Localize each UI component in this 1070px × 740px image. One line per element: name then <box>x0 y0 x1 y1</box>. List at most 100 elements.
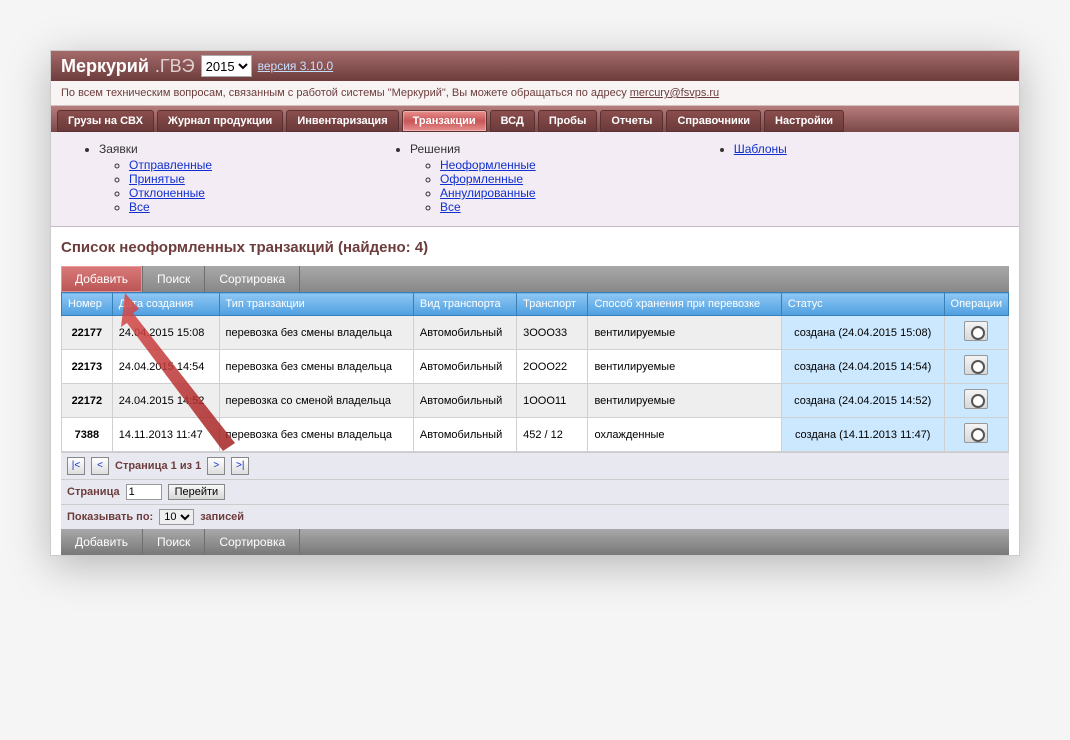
app-subname: .ГВЭ <box>155 56 195 77</box>
cell-transport: 2ООО22 <box>517 350 588 384</box>
col-storage: Способ хранения при перевозке <box>588 293 781 316</box>
table-row: 2217724.04.2015 15:08перевозка без смены… <box>62 316 1009 350</box>
submenu-link-all-requests[interactable]: Все <box>129 200 150 214</box>
bottom-toolbar: Добавить Поиск Сортировка <box>61 529 1009 555</box>
cell-number: 7388 <box>62 418 113 452</box>
view-icon[interactable] <box>964 389 988 409</box>
col-transport-kind: Вид транспорта <box>413 293 516 316</box>
pager-go-button[interactable]: Перейти <box>168 484 226 500</box>
pager-last-button[interactable]: >| <box>231 457 249 475</box>
cell-date: 24.04.2015 15:08 <box>112 316 219 350</box>
year-select[interactable]: 2015 <box>201 55 252 77</box>
submenu-link-pending[interactable]: Неоформленные <box>440 158 536 172</box>
col-ops: Операции <box>944 293 1008 316</box>
pager-first-button[interactable]: |< <box>67 457 85 475</box>
search-button[interactable]: Поиск <box>143 266 205 292</box>
cell-storage: охлажденные <box>588 418 781 452</box>
submenu-link-all-decisions[interactable]: Все <box>440 200 461 214</box>
version-link[interactable]: версия 3.10.0 <box>258 59 334 73</box>
cell-transport-kind: Автомобильный <box>413 384 516 418</box>
cell-storage: вентилируемые <box>588 384 781 418</box>
tab-reports[interactable]: Отчеты <box>600 110 663 132</box>
cell-number: 22172 <box>62 384 113 418</box>
view-icon[interactable] <box>964 355 988 375</box>
transactions-table: Номер Дата создания Тип транзакции Вид т… <box>61 292 1009 452</box>
submenu-link-sent[interactable]: Отправленные <box>129 158 212 172</box>
cell-number: 22173 <box>62 350 113 384</box>
submenu-link-done[interactable]: Оформленные <box>440 172 523 186</box>
submenu: Заявки Отправленные Принятые Отклоненные… <box>51 132 1019 227</box>
pager-goto: Страница Перейти <box>61 479 1009 504</box>
pager-perpage: Показывать по: 10 записей <box>61 504 1009 529</box>
cell-status: создана (24.04.2015 15:08) <box>781 316 944 350</box>
cell-ops <box>944 384 1008 418</box>
footer-search-button[interactable]: Поиск <box>143 529 205 555</box>
cell-transport: 1ООО11 <box>517 384 588 418</box>
info-bar: По всем техническим вопросам, связанным … <box>51 81 1019 106</box>
cell-status: создана (24.04.2015 14:52) <box>781 384 944 418</box>
support-email-link[interactable]: mercury@fsvps.ru <box>630 87 719 99</box>
page-title: Список неоформленных транзакций (найдено… <box>61 239 1009 256</box>
pager-perpage-suffix: записей <box>200 511 244 523</box>
tab-inventory[interactable]: Инвентаризация <box>286 110 398 132</box>
cell-transport-kind: Автомобильный <box>413 350 516 384</box>
footer-sort-button[interactable]: Сортировка <box>205 529 300 555</box>
col-number: Номер <box>62 293 113 316</box>
tab-refs[interactable]: Справочники <box>666 110 761 132</box>
add-button[interactable]: Добавить <box>61 266 143 292</box>
cell-storage: вентилируемые <box>588 350 781 384</box>
tab-transactions[interactable]: Транзакции <box>402 110 487 132</box>
col-date: Дата создания <box>112 293 219 316</box>
cell-transport-kind: Автомобильный <box>413 316 516 350</box>
pager-page-label: Страница <box>67 486 120 498</box>
col-type: Тип транзакции <box>219 293 413 316</box>
cell-ops <box>944 316 1008 350</box>
cell-date: 14.11.2013 11:47 <box>112 418 219 452</box>
pager-page-text: Страница 1 из 1 <box>115 460 201 472</box>
cell-status: создана (14.11.2013 11:47) <box>781 418 944 452</box>
pager-prev-button[interactable]: < <box>91 457 109 475</box>
pager-page-input[interactable] <box>126 484 162 500</box>
pager-nav: |< < Страница 1 из 1 > >| <box>61 452 1009 479</box>
tab-cargo[interactable]: Грузы на СВХ <box>57 110 154 132</box>
cell-transport-kind: Автомобильный <box>413 418 516 452</box>
cell-date: 24.04.2015 14:52 <box>112 384 219 418</box>
footer-add-button[interactable]: Добавить <box>61 529 143 555</box>
cell-type: перевозка без смены владельца <box>219 350 413 384</box>
pager-next-button[interactable]: > <box>207 457 225 475</box>
tab-samples[interactable]: Пробы <box>538 110 598 132</box>
submenu-link-templates[interactable]: Шаблоны <box>734 142 787 156</box>
top-toolbar: Добавить Поиск Сортировка <box>61 266 1009 292</box>
table-row: 738814.11.2013 11:47перевозка без смены … <box>62 418 1009 452</box>
submenu-col-templates: Шаблоны <box>716 142 787 216</box>
submenu-link-accepted[interactable]: Принятые <box>129 172 185 186</box>
cell-transport: 452 / 12 <box>517 418 588 452</box>
cell-transport: 3ООО33 <box>517 316 588 350</box>
app-name: Меркурий <box>61 56 149 77</box>
cell-storage: вентилируемые <box>588 316 781 350</box>
sort-button[interactable]: Сортировка <box>205 266 300 292</box>
cell-type: перевозка со сменой владельца <box>219 384 413 418</box>
tab-vsd[interactable]: ВСД <box>490 110 535 132</box>
cell-type: перевозка без смены владельца <box>219 316 413 350</box>
submenu-link-rejected[interactable]: Отклоненные <box>129 186 205 200</box>
info-text: По всем техническим вопросам, связанным … <box>61 87 630 99</box>
tab-settings[interactable]: Настройки <box>764 110 844 132</box>
tab-journal[interactable]: Журнал продукции <box>157 110 283 132</box>
submenu-title-requests: Заявки <box>99 142 138 156</box>
submenu-title-decisions: Решения <box>410 142 460 156</box>
cell-date: 24.04.2015 14:54 <box>112 350 219 384</box>
main-tabbar: Грузы на СВХ Журнал продукции Инвентариз… <box>51 106 1019 132</box>
submenu-link-cancelled[interactable]: Аннулированные <box>440 186 536 200</box>
pager-perpage-prefix: Показывать по: <box>67 511 153 523</box>
cell-ops <box>944 350 1008 384</box>
cell-type: перевозка без смены владельца <box>219 418 413 452</box>
view-icon[interactable] <box>964 321 988 341</box>
app-header: Меркурий .ГВЭ 2015 версия 3.10.0 <box>51 51 1019 81</box>
view-icon[interactable] <box>964 423 988 443</box>
col-transport: Транспорт <box>517 293 588 316</box>
submenu-col-decisions: Решения Неоформленные Оформленные Аннули… <box>392 142 536 216</box>
table-row: 2217224.04.2015 14:52перевозка со сменой… <box>62 384 1009 418</box>
cell-status: создана (24.04.2015 14:54) <box>781 350 944 384</box>
pager-perpage-select[interactable]: 10 <box>159 509 194 525</box>
